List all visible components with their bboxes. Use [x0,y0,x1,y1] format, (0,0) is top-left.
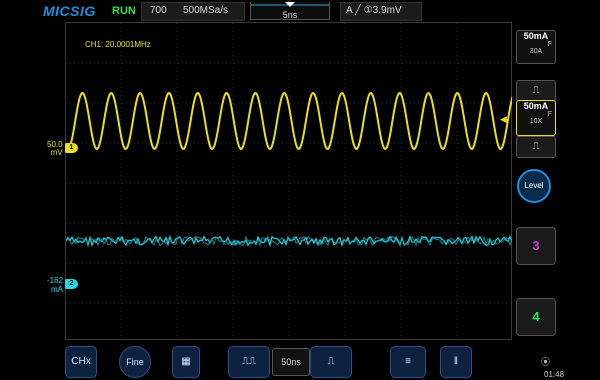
ch-setting-box-2[interactable]: 50mA F 10X [516,100,556,136]
horizontal-lines-icon: ≡ [405,356,411,367]
memory-depth: 700 [150,5,167,16]
level-button[interactable]: Level [517,169,551,203]
ch1-waveform [65,91,514,151]
fine-button[interactable]: Fine [119,346,151,378]
horizontal-menu-button[interactable]: ≡ [390,346,426,378]
timebase-decrease-button[interactable]: ⎍⎍ [228,346,270,378]
pulse-icon: ⎍ [532,141,540,152]
pulse-waveform-button-2[interactable]: ⎍ [516,136,556,158]
rising-edge-icon: ╱ [354,5,361,16]
ch1-offset-marker[interactable]: 1 [65,143,78,153]
pulse-wide-icon: ⎍ [327,356,335,367]
ch-box2-coupling: F [547,111,552,118]
ch1-scale-label: 50.0 mV [47,141,63,157]
ch-box1-coupling: F [547,41,552,48]
trigger-level-marker-icon[interactable]: ◀ [500,114,507,125]
ch-box1-value: 50mA [523,31,549,41]
run-status[interactable]: RUN [112,5,136,17]
brand-logo: MICSIG [43,3,96,19]
ch1-scale-unit: mV [50,148,63,157]
ch2-scale-unit: mA [51,285,64,294]
vertical-lines-icon: ‖ [453,356,459,367]
trigger-level: ①3.9mV [363,5,402,16]
sample-rate: 500MSa/s [183,5,229,16]
waveform-display[interactable] [65,22,514,341]
calculator-button[interactable]: ▦ [172,346,200,378]
ch2-scale-value: -162 [47,276,64,285]
ch2-waveform-persist [65,235,513,248]
horizontal-timebase: 5ns [282,10,298,20]
ch2-scale-label: -162 mA [47,276,63,294]
pulse-icon: ⎍ [532,85,540,96]
ch-box2-probe: 10X [529,118,543,125]
timebase-value: 50ns [272,348,310,376]
ch2-offset-marker[interactable]: 2 [65,279,78,289]
timebase-increase-button[interactable]: ⎍ [310,346,352,378]
pulse-waveform-button[interactable]: ⎍ [516,80,556,102]
waveform-graticule [65,23,514,341]
wifi-icon: ⦿ [541,357,551,367]
vertical-menu-button[interactable]: ‖ [440,346,472,378]
ch3-button[interactable]: 3 [516,227,556,265]
ch-setting-box-1[interactable]: 50mA F 30A [516,30,556,64]
ch-box1-probe: 30A [529,48,543,55]
clock: 01:48 [544,370,565,379]
frequency-readout: CH1: 20.0001MHz [85,40,151,49]
chx-button[interactable]: CHx [65,346,97,378]
pulse-narrow-icon: ⎍⎍ [242,356,256,367]
ch4-button[interactable]: 4 [516,298,556,336]
ch-box2-value: 50mA [523,101,549,111]
calculator-icon: ▦ [181,356,191,367]
trigger-mode: A [346,5,353,16]
trigger-readout: A ╱ ①3.9mV [346,5,402,16]
